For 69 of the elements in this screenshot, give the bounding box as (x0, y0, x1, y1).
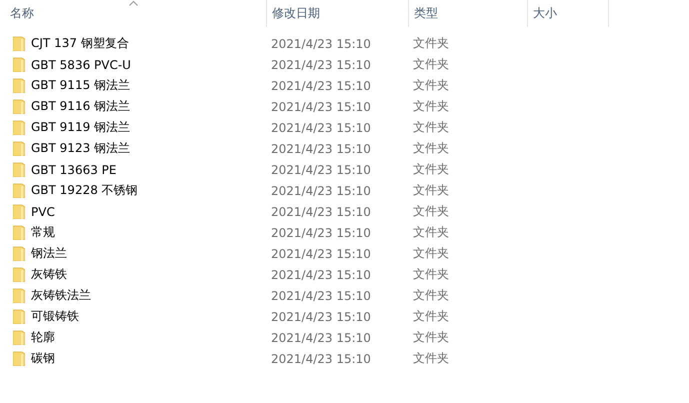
file-type: 文件夹 (412, 182, 450, 199)
file-type: 文件夹 (412, 329, 450, 346)
file-name[interactable]: 轮廓 (31, 329, 55, 346)
folder-icon (13, 120, 25, 135)
file-type: 文件夹 (412, 98, 450, 115)
file-name[interactable]: GBT 9115 钢法兰 (31, 77, 130, 94)
folder-icon (13, 225, 25, 240)
file-name[interactable]: GBT 5836 PVC-U (31, 58, 131, 72)
modified-date: 2021/4/23 15:10 (270, 58, 372, 72)
file-type: 文件夹 (412, 287, 450, 304)
file-name[interactable]: 灰铸铁 (31, 266, 67, 283)
column-header[interactable]: 名称 (0, 0, 267, 27)
modified-date: 2021/4/23 15:10 (270, 184, 372, 198)
folder-icon (13, 288, 25, 303)
folder-icon (13, 57, 25, 72)
sort-ascending-icon (129, 0, 138, 6)
file-name[interactable]: PVC (31, 204, 55, 218)
file-type: 文件夹 (412, 56, 450, 73)
modified-date: 2021/4/23 15:10 (270, 204, 372, 218)
file-type: 文件夹 (412, 35, 450, 52)
column-header[interactable]: 修改日期 (267, 0, 409, 27)
modified-date: 2021/4/23 15:10 (270, 330, 372, 344)
folder-icon (13, 99, 25, 114)
folder-icon (13, 204, 25, 219)
modified-date: 2021/4/23 15:10 (270, 162, 372, 176)
folder-icon (13, 141, 25, 156)
modified-date: 2021/4/23 15:10 (270, 226, 372, 240)
file-name[interactable]: GBT 19228 不锈钢 (31, 182, 138, 199)
file-name[interactable]: GBT 9119 钢法兰 (31, 119, 130, 136)
file-type: 文件夹 (412, 308, 450, 325)
folder-icon (13, 351, 25, 366)
folder-icon (13, 309, 25, 324)
modified-date: 2021/4/23 15:10 (270, 100, 372, 114)
modified-date: 2021/4/23 15:10 (270, 78, 372, 92)
modified-date: 2021/4/23 15:10 (270, 246, 372, 260)
file-name[interactable]: GBT 9123 钢法兰 (31, 140, 130, 157)
file-name[interactable]: 碳钢 (31, 350, 55, 367)
file-name[interactable]: 可锻铸铁 (31, 308, 79, 325)
file-name[interactable]: CJT 137 钢塑复合 (31, 35, 129, 52)
file-type: 文件夹 (412, 224, 450, 241)
file-name[interactable]: 灰铸铁法兰 (31, 287, 91, 304)
folder-icon (13, 36, 25, 51)
file-type: 文件夹 (412, 203, 450, 220)
modified-date: 2021/4/23 15:10 (270, 288, 372, 302)
file-type: 文件夹 (412, 140, 450, 157)
folder-icon (13, 267, 25, 282)
file-name[interactable]: GBT 9116 钢法兰 (31, 98, 130, 115)
file-type: 文件夹 (412, 161, 450, 178)
modified-date: 2021/4/23 15:10 (270, 310, 372, 324)
file-name[interactable]: 钢法兰 (31, 245, 67, 262)
folder-icon (13, 330, 25, 345)
modified-date: 2021/4/23 15:10 (270, 142, 372, 156)
folder-icon (13, 246, 25, 261)
modified-date: 2021/4/23 15:10 (270, 120, 372, 134)
column-header[interactable]: 大小 (528, 0, 609, 27)
file-type: 文件夹 (412, 266, 450, 283)
file-type: 文件夹 (412, 350, 450, 367)
folder-icon (13, 183, 25, 198)
folder-icon (13, 162, 25, 177)
folder-icon (13, 78, 25, 93)
modified-date: 2021/4/23 15:10 (270, 268, 372, 282)
modified-date: 2021/4/23 15:10 (270, 352, 372, 366)
file-name[interactable]: 常规 (31, 224, 55, 241)
file-type: 文件夹 (412, 245, 450, 262)
column-header[interactable]: 类型 (409, 0, 528, 27)
file-type: 文件夹 (412, 77, 450, 94)
modified-date: 2021/4/23 15:10 (270, 36, 372, 50)
file-name[interactable]: GBT 13663 PE (31, 162, 116, 176)
file-type: 文件夹 (412, 119, 450, 136)
